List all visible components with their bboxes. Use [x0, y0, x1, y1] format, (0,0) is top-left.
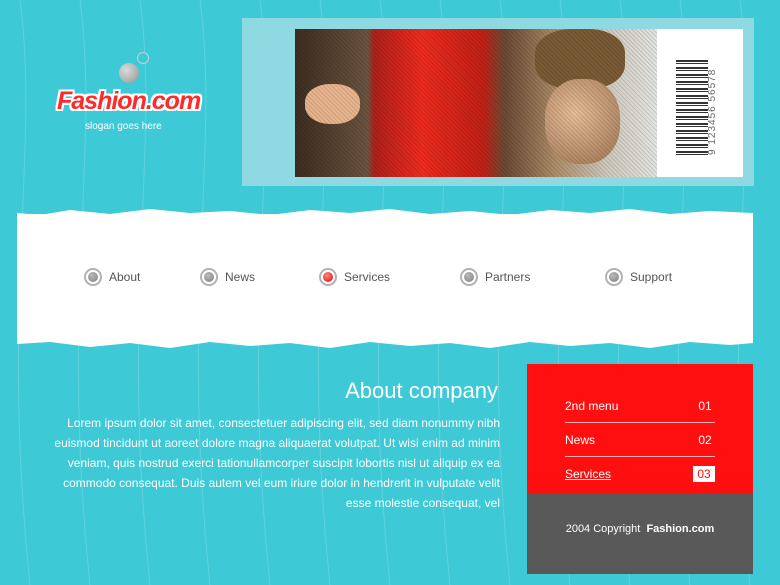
- nav-bullet-icon: [605, 268, 623, 286]
- nav-label: News: [225, 270, 256, 284]
- side-menu-number: 01: [698, 399, 712, 413]
- site-slogan: slogan goes here: [85, 121, 162, 132]
- nav-item-services[interactable]: Services: [319, 268, 390, 286]
- side-menu-label: 2nd menu: [565, 399, 619, 413]
- copyright-text: 2004 Copyright Fashion.com: [527, 523, 753, 535]
- copyright-prefix: 2004 Copyright: [565, 523, 641, 535]
- side-menu-item-services[interactable]: Services 03: [565, 458, 715, 490]
- nav-bullet-icon: [460, 268, 478, 286]
- nav-bullet-icon: [200, 268, 218, 286]
- nav-label: About: [109, 270, 141, 284]
- torn-edge-top: [17, 209, 753, 221]
- about-heading: About company: [345, 378, 498, 403]
- side-menu-number: 03: [693, 466, 715, 482]
- nav-label: Support: [630, 270, 673, 284]
- nav-item-partners[interactable]: Partners: [460, 268, 530, 286]
- torn-edge-bottom: [17, 336, 753, 348]
- nav-item-support[interactable]: Support: [605, 268, 672, 286]
- nav-bullet-icon: [84, 268, 102, 286]
- logo-bubble-small: [137, 52, 149, 64]
- site-logo[interactable]: Fashion.com: [57, 87, 201, 116]
- side-menu-item-2nd-menu[interactable]: 2nd menu 01: [565, 390, 715, 423]
- side-menu-label: News: [565, 433, 596, 447]
- logo-bubble-large: [119, 63, 139, 83]
- side-menu-number: 02: [698, 433, 712, 447]
- copyright-brand: Fashion.com: [646, 523, 715, 535]
- side-menu-item-news[interactable]: News 02: [565, 424, 715, 457]
- side-menu-label: Services: [565, 467, 612, 481]
- header-photo: [295, 29, 657, 177]
- nav-label: Services: [344, 270, 391, 284]
- about-text: Lorem ipsum dolor sit amet, consectetuer…: [54, 416, 500, 510]
- barcode-icon: [676, 60, 708, 155]
- nav-item-news[interactable]: News: [200, 268, 255, 286]
- nav-bullet-active-icon: [319, 268, 337, 286]
- barcode-number: 9 123456 56578: [707, 68, 718, 155]
- nav-label: Partners: [485, 270, 531, 284]
- photo-texture: [295, 29, 657, 177]
- nav-item-about[interactable]: About: [84, 268, 140, 286]
